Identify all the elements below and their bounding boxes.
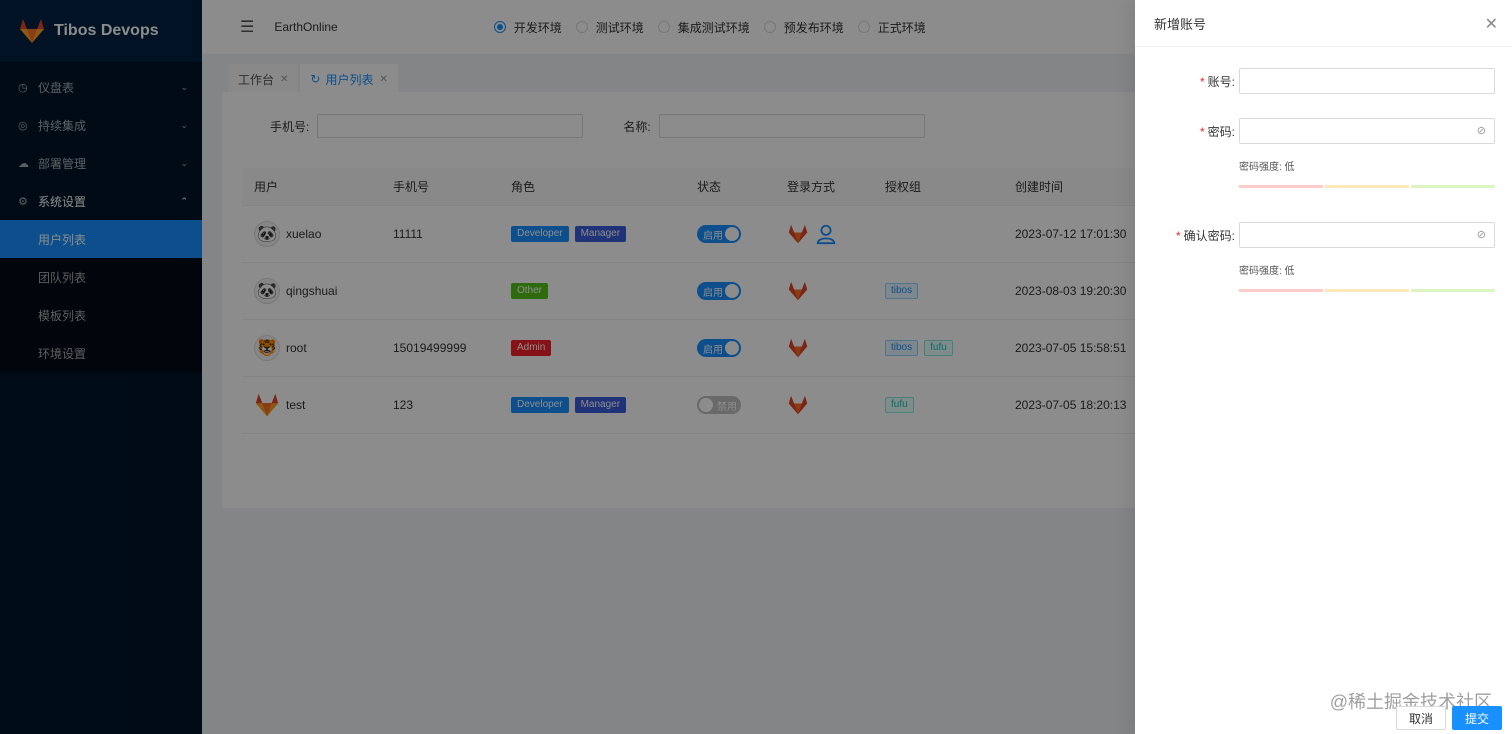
account-row: * 账号: — [1135, 68, 1512, 94]
eye-invisible-icon[interactable]: ⊘ — [1477, 124, 1486, 137]
strength-bar-strong — [1411, 289, 1495, 292]
confirm-password-label: * 确认密码: — [1135, 227, 1239, 244]
account-label: * 账号: — [1135, 73, 1239, 90]
password-label-text: 密码: — [1207, 124, 1235, 139]
confirm-strength-text: 密码强度: 低 — [1239, 266, 1295, 277]
close-icon[interactable]: ✕ — [1485, 14, 1498, 34]
confirm-password-input[interactable]: ⊘ — [1239, 222, 1495, 248]
password-row: * 密码: ⊘ — [1135, 118, 1512, 144]
strength-bar-strong — [1411, 185, 1495, 188]
confirm-password-row: * 确认密码: ⊘ — [1135, 222, 1512, 248]
strength-bar-medium — [1325, 185, 1409, 188]
cancel-button[interactable]: 取消 — [1395, 706, 1446, 730]
password-strength-text: 密码强度: 低 — [1239, 162, 1295, 173]
drawer-title: 新增账号 — [1135, 0, 1512, 47]
submit-button[interactable]: 提交 — [1451, 706, 1502, 730]
password-strength-bars — [1239, 185, 1497, 188]
confirm-strength-bars — [1239, 289, 1497, 292]
strength-bar-weak — [1239, 289, 1323, 292]
strength-bar-medium — [1325, 289, 1409, 292]
add-account-drawer: 新增账号 ✕ * 账号: * 密码: ⊘ 密码强度: 低 * 确认密码: ⊘ 密码强度… — [1135, 0, 1512, 734]
strength-bar-weak — [1239, 185, 1323, 188]
account-label-text: 账号: — [1207, 74, 1235, 89]
confirm-label-text: 确认密码: — [1183, 228, 1235, 243]
drawer-footer: 取消 提交 — [1390, 706, 1502, 730]
required-mark: * — [1199, 74, 1205, 89]
required-mark: * — [1175, 228, 1181, 243]
required-mark: * — [1199, 124, 1205, 139]
eye-invisible-icon[interactable]: ⊘ — [1477, 228, 1486, 241]
password-input[interactable]: ⊘ — [1239, 118, 1495, 144]
password-label: * 密码: — [1135, 123, 1239, 140]
account-input[interactable] — [1239, 68, 1495, 94]
modal-mask[interactable] — [0, 0, 1135, 734]
